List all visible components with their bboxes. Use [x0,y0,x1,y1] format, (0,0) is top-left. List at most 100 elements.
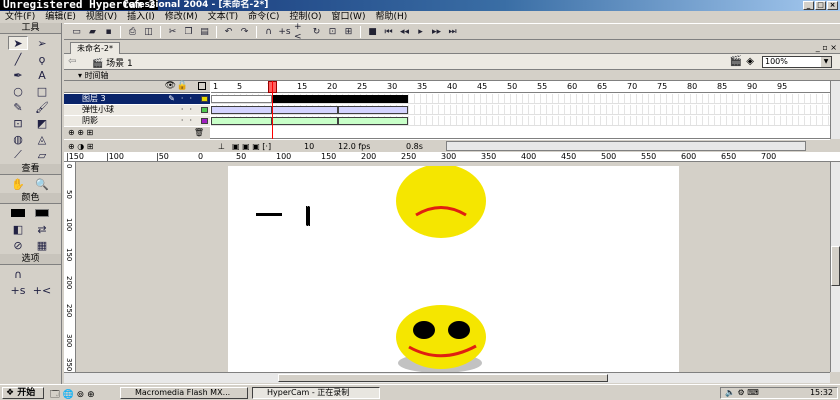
straighten-option-icon[interactable]: +< [32,283,52,297]
oval-tool-icon[interactable]: ○ [8,84,28,98]
frame-row-ball[interactable] [211,105,831,115]
print-preview-icon[interactable]: ◫ [142,26,155,38]
paste-icon[interactable]: ▤ [198,26,211,38]
scale-icon[interactable]: ⊡ [326,26,339,38]
menu-edit[interactable]: 编辑(E) [40,11,81,23]
align-icon[interactable]: ⊞ [342,26,355,38]
menu-text[interactable]: 文本(T) [203,11,244,23]
print-icon[interactable]: ⎙ [126,26,139,38]
smooth-option-icon[interactable]: +s [8,283,28,297]
scene-label[interactable]: 🎬 场景 1 [92,56,133,69]
lock-icon[interactable]: 🔒 [177,81,188,91]
fill-transform-tool-icon[interactable]: ◩ [32,116,52,130]
step-forward-icon[interactable]: ▸▸ [430,26,443,38]
color-options-icon[interactable]: ▦ [32,238,52,252]
frame-row-shadow[interactable] [211,116,831,126]
vscroll-thumb[interactable] [831,246,840,286]
arrow-tool-icon[interactable]: ➤ [8,36,28,50]
menu-modify[interactable]: 修改(M) [160,11,203,23]
no-color-icon[interactable]: ⊘ [8,238,28,252]
line-tool-icon[interactable]: ╱ [8,52,28,66]
frame-ruler[interactable]: 1 5 10 15 20 25 30 35 40 45 50 55 60 65 … [211,81,831,93]
outline-icon[interactable] [198,82,206,90]
menu-file[interactable]: 文件(F) [0,11,40,23]
straighten-icon[interactable]: +< [294,22,307,42]
smooth-icon[interactable]: +s [278,26,291,38]
zoom-select[interactable]: 100% [762,56,832,68]
delete-layer-icon[interactable]: 🗑 [194,128,204,137]
layer-row[interactable]: 弹性小球 ·· [64,105,210,115]
ink-bottle-tool-icon[interactable]: ◍ [8,132,28,146]
document-tab[interactable]: 未命名-2* [70,42,120,54]
eyedropper-tool-icon[interactable]: ⟋ [8,148,28,162]
close-button[interactable]: × [827,1,838,10]
copy-icon[interactable]: ❐ [182,26,195,38]
maximize-button[interactable]: □ [815,1,826,10]
subselect-tool-icon[interactable]: ➢ [32,36,52,50]
frame-number: 20 [327,82,338,91]
eraser-tool-icon[interactable]: ▱ [32,148,52,162]
start-button[interactable]: ❖ 开始 [2,387,44,399]
timeline-header[interactable]: ▾ 时间轴 [64,70,840,81]
quicklaunch-icons[interactable]: 🗔 🌐 ⊚ ⊕ [50,387,95,400]
add-layer-icon[interactable]: ⊕ ⊕ ⊞ [68,128,93,137]
snap-to-objects-icon[interactable]: ∩ [8,267,28,281]
swap-colors-icon[interactable]: ⇄ [32,222,52,236]
stage-vertical-scrollbar[interactable] [830,162,840,372]
redo-icon[interactable]: ↷ [238,26,251,38]
go-to-end-icon[interactable]: ⏭ [446,26,459,38]
frame-grid[interactable]: 1 5 10 15 20 25 30 35 40 45 50 55 60 65 … [211,81,831,151]
layer-row[interactable]: 阴影 ·· [64,116,210,126]
free-transform-tool-icon[interactable]: ⊡ [8,116,28,130]
paint-bucket-tool-icon[interactable]: ◬ [32,132,52,146]
selected-vertical-line[interactable] [306,206,310,226]
back-arrow-icon[interactable]: ⇦ [68,56,76,67]
brush-tool-icon[interactable]: 🖌 [32,100,52,114]
timeline-scrollbar[interactable] [830,81,840,139]
new-file-icon[interactable]: ▭ [70,26,83,38]
tray-icons[interactable]: 🔈 ⚙ ⌨ [725,388,759,398]
rectangle-tool-icon[interactable]: □ [32,84,52,98]
play-icon[interactable]: ▸ [414,26,427,38]
rewind-icon[interactable]: ⏮ [382,26,395,38]
menu-window[interactable]: 窗口(W) [327,11,371,23]
stage-horizontal-scrollbar[interactable] [64,372,830,383]
zoom-tool-icon[interactable]: 🔍 [32,177,52,191]
stop-icon[interactable]: ■ [366,26,379,38]
close-document-icon[interactable]: _ ▫ × [816,43,837,52]
cut-icon[interactable]: ✂ [166,26,179,38]
step-back-icon[interactable]: ◂◂ [398,26,411,38]
save-icon[interactable]: ▪ [102,26,115,38]
undo-icon[interactable]: ↶ [222,26,235,38]
taskbar-item-flash[interactable]: Macromedia Flash MX... [120,387,248,399]
timeline-hscroll[interactable] [446,141,806,151]
layer-row[interactable]: 图层 3 ✎·· [64,94,210,104]
menu-insert[interactable]: 插入(I) [122,11,160,23]
menu-commands[interactable]: 命令(C) [243,11,284,23]
eye-icon[interactable]: 👁 [165,81,176,91]
edit-symbol-icon[interactable]: ◈ [746,56,754,67]
minimize-button[interactable]: _ [803,1,814,10]
stage-canvas[interactable] [228,166,679,372]
lasso-tool-icon[interactable]: ϙ [32,52,52,66]
pen-tool-icon[interactable]: ✒ [8,68,28,82]
happy-smiley-shape[interactable] [396,305,486,369]
rotate-icon[interactable]: ↻ [310,26,323,38]
taskbar-item-hypercam[interactable]: HyperCam - 正在录制 [252,387,380,399]
snap-magnet-icon[interactable]: ∩ [262,26,275,38]
edit-scene-icon[interactable]: 🎬 [730,56,742,67]
open-folder-icon[interactable]: ▰ [86,26,99,38]
hscroll-thumb[interactable] [278,374,608,382]
text-tool-icon[interactable]: A [32,68,52,82]
fill-color-swatch[interactable] [32,206,52,220]
dash-shape[interactable] [256,213,282,216]
sad-smiley-shape[interactable] [396,166,486,238]
window-title-bar: Unregistered HyperCam 2 rofessional 2004… [0,0,840,11]
frame-row-layer-3[interactable] [211,94,831,104]
menu-help[interactable]: 帮助(H) [370,11,412,23]
menu-view[interactable]: 视图(V) [81,11,122,23]
pencil-tool-icon[interactable]: ✎ [8,100,28,114]
hand-tool-icon[interactable]: ✋ [8,177,28,191]
black-white-icon[interactable]: ◧ [8,222,28,236]
stroke-color-swatch[interactable] [8,206,28,220]
